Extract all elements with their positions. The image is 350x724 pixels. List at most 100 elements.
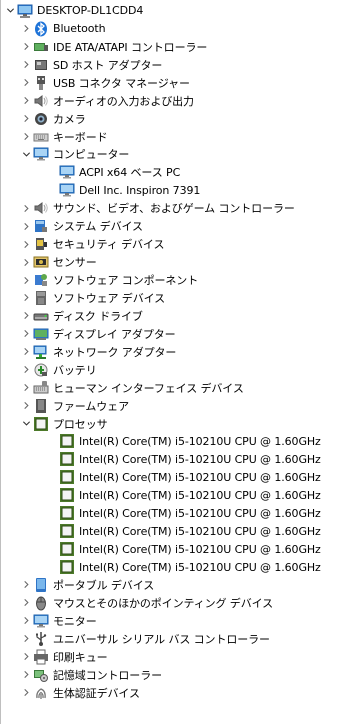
chevron-right-icon[interactable]	[19, 345, 33, 359]
chevron-down-icon[interactable]	[19, 147, 33, 161]
tree-category[interactable]: 記憶域コントローラー	[1, 666, 350, 684]
device-tree: DESKTOP-DL1CDD4 Bluetooth IDE ATA/ATAPI コン…	[1, 0, 350, 702]
tree-root-computer[interactable]: DESKTOP-DL1CDD4	[1, 2, 350, 20]
tree-item-label: ACPI x64 ベース PC	[79, 166, 181, 180]
tree-category[interactable]: セキュリティ デバイス	[1, 235, 350, 253]
tree-category[interactable]: オーディオの入力および出力	[1, 92, 350, 110]
tree-category[interactable]: モニター	[1, 612, 350, 630]
tree-device[interactable]: Dell Inc. Inspiron 7391	[1, 181, 350, 199]
chevron-right-icon[interactable]	[19, 201, 33, 215]
chevron-right-icon[interactable]	[19, 219, 33, 233]
tree-device[interactable]: Intel(R) Core(TM) i5-10210U CPU @ 1.60GH…	[1, 540, 350, 558]
tree-category[interactable]: ヒューマン インターフェイス デバイス	[1, 379, 350, 397]
tree-item-label: ソフトウェア コンポーネント	[53, 274, 199, 288]
tree-item-label: セキュリティ デバイス	[53, 238, 165, 252]
tree-category[interactable]: USB コネクタ マネージャー	[1, 74, 350, 92]
tree-item-label: 生体認証デバイス	[53, 686, 140, 700]
tree-device[interactable]: Intel(R) Core(TM) i5-10210U CPU @ 1.60GH…	[1, 522, 350, 540]
printer-icon	[33, 649, 49, 665]
bluetooth-icon	[33, 21, 49, 37]
tree-category[interactable]: ディスプレイ アダプター	[1, 325, 350, 343]
chevron-right-icon[interactable]	[19, 58, 33, 72]
tree-item-label: サウンド、ビデオ、およびゲーム コントローラー	[53, 202, 295, 216]
tree-category[interactable]: システム デバイス	[1, 217, 350, 235]
chevron-right-icon[interactable]	[19, 273, 33, 287]
firmware-icon	[33, 398, 49, 414]
speaker-icon	[33, 200, 49, 216]
chevron-right-icon[interactable]	[19, 94, 33, 108]
tree-category[interactable]: センサー	[1, 253, 350, 271]
tree-device[interactable]: Intel(R) Core(TM) i5-10210U CPU @ 1.60GH…	[1, 450, 350, 468]
tree-category[interactable]: ユニバーサル シリアル バス コントローラー	[1, 630, 350, 648]
tree-item-label: ネットワーク アダプター	[53, 345, 177, 359]
tree-category[interactable]: ディスク ドライブ	[1, 307, 350, 325]
chevron-right-icon[interactable]	[19, 112, 33, 126]
chevron-right-icon[interactable]	[19, 237, 33, 251]
chevron-down-icon[interactable]	[3, 4, 17, 18]
tree-device[interactable]: Intel(R) Core(TM) i5-10210U CPU @ 1.60GH…	[1, 558, 350, 576]
chevron-right-icon[interactable]	[19, 327, 33, 341]
tree-item-label: Intel(R) Core(TM) i5-10210U CPU @ 1.60GH…	[79, 524, 321, 538]
chevron-right-icon[interactable]	[19, 22, 33, 36]
tree-category[interactable]: マウスとそのほかのポインティング デバイス	[1, 594, 350, 612]
processor-icon	[59, 487, 75, 503]
tree-device[interactable]: Intel(R) Core(TM) i5-10210U CPU @ 1.60GH…	[1, 433, 350, 451]
tree-item-label: Intel(R) Core(TM) i5-10210U CPU @ 1.60GH…	[79, 560, 321, 574]
chevron-right-icon[interactable]	[19, 363, 33, 377]
chevron-right-icon[interactable]	[19, 686, 33, 700]
tree-category[interactable]: ネットワーク アダプター	[1, 343, 350, 361]
chevron-right-icon[interactable]	[19, 40, 33, 54]
tree-item-label: システム デバイス	[53, 220, 143, 234]
tree-category[interactable]: ポータブル デバイス	[1, 576, 350, 594]
tree-category[interactable]: IDE ATA/ATAPI コントローラー	[1, 38, 350, 56]
tree-category[interactable]: SD ホスト アダプター	[1, 56, 350, 74]
disk-drive-icon	[33, 308, 49, 324]
tree-item-label: IDE ATA/ATAPI コントローラー	[53, 40, 208, 54]
chevron-right-icon[interactable]	[19, 309, 33, 323]
tree-device[interactable]: Intel(R) Core(TM) i5-10210U CPU @ 1.60GH…	[1, 486, 350, 504]
tree-item-label: 印刷キュー	[53, 650, 108, 664]
tree-item-label: Intel(R) Core(TM) i5-10210U CPU @ 1.60GH…	[79, 488, 321, 502]
portable-device-icon	[33, 577, 49, 593]
tree-item-label: バッテリ	[53, 363, 97, 377]
tree-category[interactable]: 生体認証デバイス	[1, 684, 350, 702]
chevron-right-icon[interactable]	[19, 399, 33, 413]
tree-category[interactable]: プロセッサ	[1, 415, 350, 433]
tree-device[interactable]: ACPI x64 ベース PC	[1, 163, 350, 181]
chevron-right-icon[interactable]	[19, 130, 33, 144]
chevron-down-icon[interactable]	[19, 417, 33, 431]
tree-category[interactable]: ソフトウェア コンポーネント	[1, 271, 350, 289]
chevron-right-icon[interactable]	[19, 650, 33, 664]
tree-category[interactable]: カメラ	[1, 110, 350, 128]
tree-device[interactable]: Intel(R) Core(TM) i5-10210U CPU @ 1.60GH…	[1, 504, 350, 522]
monitor-icon	[33, 613, 49, 629]
tree-category[interactable]: サウンド、ビデオ、およびゲーム コントローラー	[1, 199, 350, 217]
chevron-right-icon[interactable]	[19, 381, 33, 395]
usb-icon	[33, 631, 49, 647]
tree-category[interactable]: Bluetooth	[1, 20, 350, 38]
tree-category[interactable]: ファームウェア	[1, 397, 350, 415]
hid-icon	[33, 380, 49, 396]
chevron-right-icon[interactable]	[19, 632, 33, 646]
tree-item-label: SD ホスト アダプター	[53, 58, 163, 72]
tree-device[interactable]: Intel(R) Core(TM) i5-10210U CPU @ 1.60GH…	[1, 468, 350, 486]
chevron-right-icon[interactable]	[19, 596, 33, 610]
tree-category[interactable]: 印刷キュー	[1, 648, 350, 666]
tree-item-label: ファームウェア	[53, 399, 129, 413]
tree-category[interactable]: バッテリ	[1, 361, 350, 379]
tree-item-label: Intel(R) Core(TM) i5-10210U CPU @ 1.60GH…	[79, 452, 321, 466]
processor-icon	[59, 559, 75, 575]
software-device-icon	[33, 290, 49, 306]
chevron-right-icon[interactable]	[19, 668, 33, 682]
tree-item-label: ディスク ドライブ	[53, 309, 143, 323]
chevron-right-icon[interactable]	[19, 76, 33, 90]
system-device-icon	[33, 218, 49, 234]
tree-category[interactable]: ソフトウェア デバイス	[1, 289, 350, 307]
chevron-right-icon[interactable]	[19, 255, 33, 269]
tree-category[interactable]: コンピューター	[1, 146, 350, 164]
chevron-right-icon[interactable]	[19, 614, 33, 628]
chevron-right-icon[interactable]	[19, 291, 33, 305]
storage-controller-icon	[33, 667, 49, 683]
tree-category[interactable]: キーボード	[1, 128, 350, 146]
chevron-right-icon[interactable]	[19, 578, 33, 592]
